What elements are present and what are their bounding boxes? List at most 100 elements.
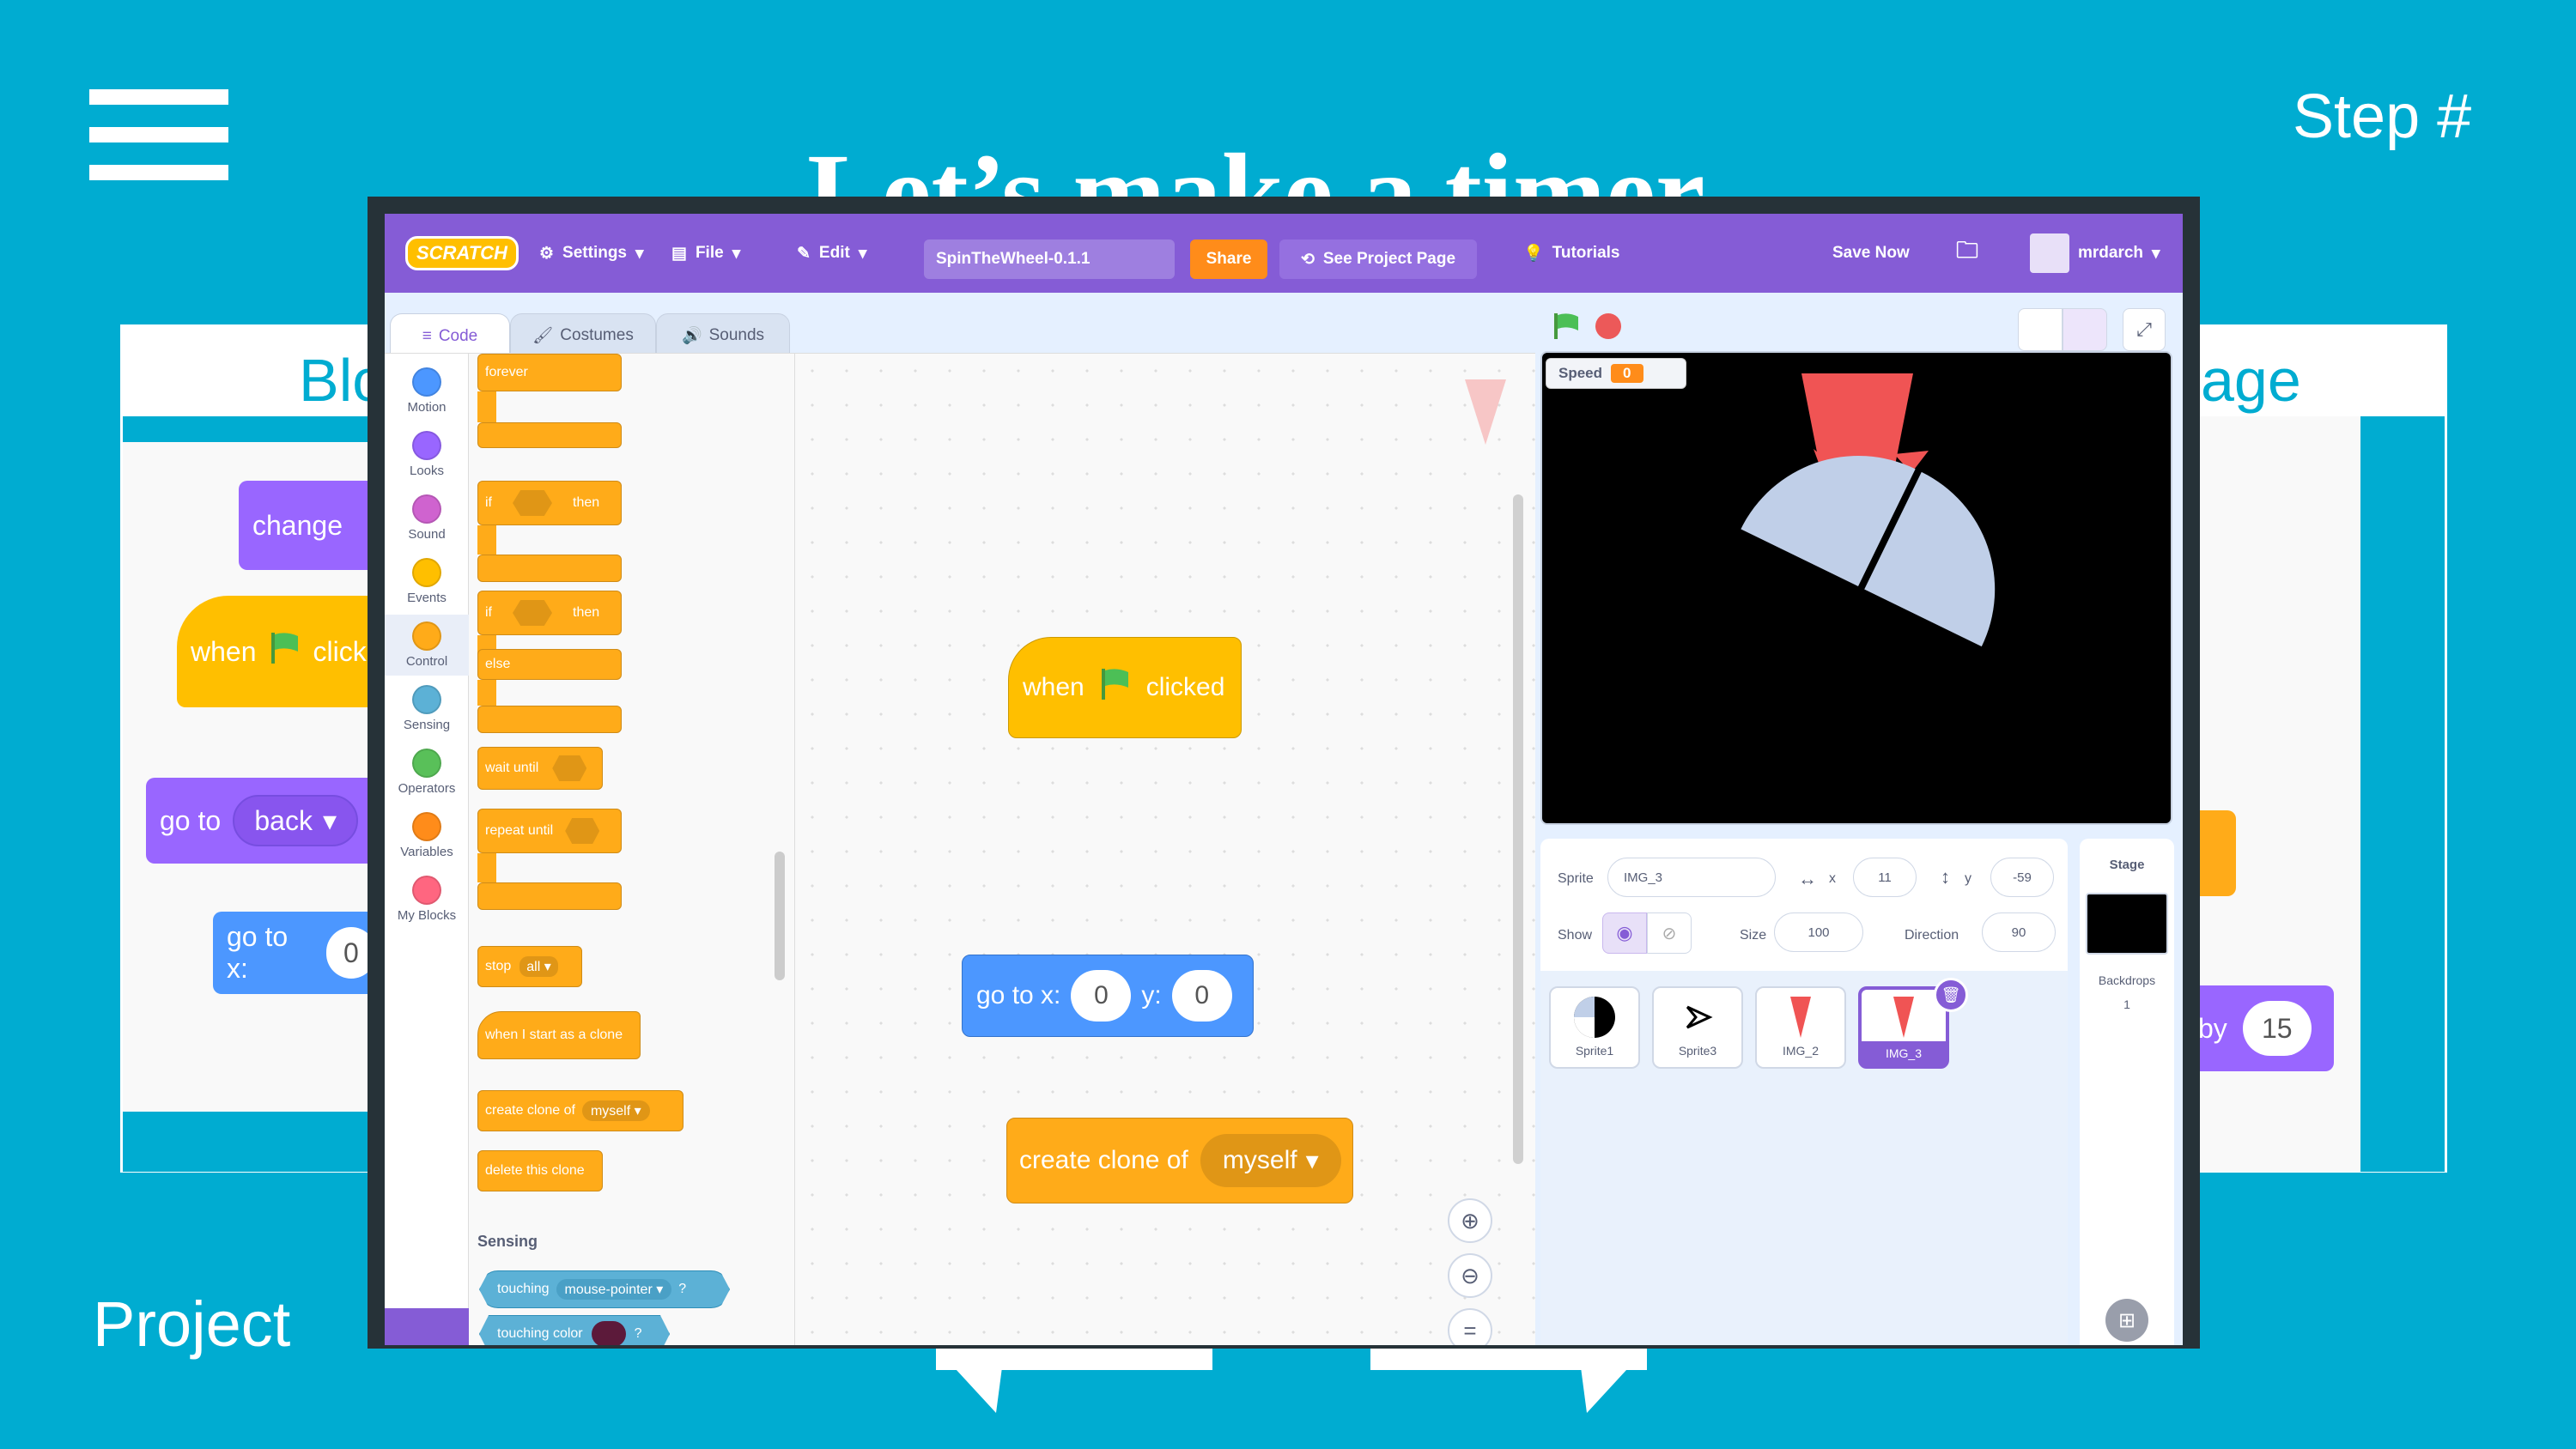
- category-operators[interactable]: Operators: [385, 749, 469, 796]
- direction-input[interactable]: 90: [1982, 912, 2056, 952]
- y-input[interactable]: 0: [1171, 970, 1232, 1022]
- category-variables[interactable]: Variables: [385, 812, 469, 859]
- palette-when-clone[interactable]: when I start as a clone: [477, 1011, 641, 1059]
- speaker-icon: 🔊: [681, 327, 702, 345]
- when-flag-block: when click: [177, 596, 376, 707]
- sprite-thumb-img3[interactable]: IMG_3 🗑: [1858, 978, 1968, 1069]
- file-menu[interactable]: ▤ File ▾: [671, 214, 740, 293]
- category-sound[interactable]: Sound: [385, 494, 469, 542]
- palette-touching-color[interactable]: touching color?: [479, 1315, 670, 1345]
- code-icon: ≡: [422, 326, 432, 345]
- create-clone-block[interactable]: create clone of myself ▾: [1006, 1118, 1353, 1203]
- sprite-thumb-sprite1[interactable]: Sprite1: [1549, 986, 1640, 1069]
- large-stage-button[interactable]: [2063, 308, 2107, 351]
- chevron-down-icon: ▾: [635, 244, 644, 263]
- change-by-block: by 15: [2198, 985, 2334, 1071]
- trash-icon[interactable]: 🗑: [1934, 978, 1968, 1012]
- scratch-logo[interactable]: SCRATCH: [405, 236, 519, 270]
- stop-icon[interactable]: [1595, 313, 1621, 339]
- sprite-ghost-icon: [1465, 379, 1506, 445]
- sprite-name-input[interactable]: IMG_3: [1607, 858, 1776, 897]
- tab-code[interactable]: ≡ Code: [390, 313, 510, 358]
- palette-scrollbar[interactable]: [775, 852, 785, 980]
- sprite-thumb-sprite3[interactable]: Sprite3: [1652, 986, 1743, 1069]
- category-menu: Motion Looks Sound Events Control Sensin…: [385, 354, 469, 1345]
- settings-menu[interactable]: ⚙ Settings ▾: [539, 214, 644, 293]
- category-looks[interactable]: Looks: [385, 431, 469, 478]
- when-flag-clicked-block[interactable]: when clicked: [1008, 637, 1242, 738]
- category-sensing[interactable]: Sensing: [385, 685, 469, 732]
- stage-selector[interactable]: Stage Backdrops 1 ⊞: [2080, 839, 2174, 1345]
- palette-wait-until[interactable]: wait until: [477, 747, 603, 790]
- tab-costumes[interactable]: 🖌 Costumes: [510, 313, 656, 358]
- x-arrows-icon: ↔: [1798, 868, 1817, 889]
- orange-block-fragment: [2198, 810, 2236, 896]
- zoom-reset-button[interactable]: =: [1448, 1308, 1492, 1345]
- chevron-down-icon: ▾: [322, 805, 337, 836]
- tab-sounds[interactable]: 🔊 Sounds: [656, 313, 790, 358]
- edit-menu[interactable]: ✎ Edit ▾: [797, 214, 866, 293]
- palette-delete-clone[interactable]: delete this clone: [477, 1150, 603, 1191]
- category-motion[interactable]: Motion: [385, 367, 469, 415]
- category-my-blocks[interactable]: My Blocks: [385, 876, 469, 923]
- sprite-list: Sprite1 Sprite3 IMG_2 IMG_3 🗑: [1540, 971, 2068, 1345]
- go-to-back-block: go to back ▾: [146, 778, 376, 864]
- y-position-input[interactable]: -59: [1990, 858, 2054, 897]
- category-control[interactable]: Control: [385, 615, 469, 676]
- red-pointer-costume: [1893, 997, 1914, 1038]
- add-backdrop-icon[interactable]: ⊞: [2105, 1299, 2148, 1342]
- chevron-down-icon: ▾: [2152, 244, 2160, 263]
- project-label: Project: [93, 1288, 291, 1360]
- sprite-thumb-img2[interactable]: IMG_2: [1755, 986, 1846, 1069]
- go-to-xy-block[interactable]: go to x: 0 y: 0: [962, 955, 1254, 1037]
- show-visible-button[interactable]: ◉: [1602, 912, 1647, 954]
- palette-forever[interactable]: forever: [477, 354, 622, 391]
- share-button[interactable]: Share: [1190, 239, 1267, 279]
- show-hidden-button[interactable]: ⊘: [1647, 912, 1692, 954]
- project-title-input[interactable]: SpinTheWheel-0.1.1: [924, 239, 1175, 279]
- sensing-heading: Sensing: [477, 1233, 538, 1250]
- palette-touching[interactable]: touching mouse-pointer ▾?: [479, 1270, 730, 1308]
- clone-target-dropdown[interactable]: myself ▾: [1200, 1134, 1341, 1187]
- palette-if-else[interactable]: if then: [477, 591, 622, 635]
- editor-tabs: ≡ Code 🖌 Costumes 🔊 Sounds: [385, 293, 814, 358]
- palette-create-clone[interactable]: create clone of myself ▾: [477, 1090, 683, 1131]
- green-flag-icon[interactable]: [1552, 312, 1582, 341]
- stage-canvas[interactable]: Speed 0: [1540, 351, 2172, 825]
- arrow-costume: [1686, 1005, 1713, 1029]
- go-to-xy-block: go to x: 0: [213, 912, 376, 994]
- x-input[interactable]: 0: [1071, 970, 1132, 1022]
- palette-forever-end: [477, 422, 622, 448]
- size-input[interactable]: 100: [1774, 912, 1863, 952]
- back-dropdown: back ▾: [233, 795, 359, 846]
- red-pointer-costume: [1790, 997, 1811, 1038]
- step-label: Step #: [2293, 82, 2472, 151]
- zoom-in-button[interactable]: ⊕: [1448, 1198, 1492, 1243]
- color-swatch: [591, 1321, 626, 1345]
- brush-icon: 🖌: [532, 327, 554, 345]
- folder-icon[interactable]: 🗀: [1956, 214, 1978, 293]
- sprite-info-panel: Sprite IMG_3 ↔ x 11 ↕ y -59 Show ◉ ⊘ Siz…: [1540, 839, 2068, 971]
- palette-repeat-until[interactable]: repeat until: [477, 809, 622, 853]
- scratch-editor-frame: SCRATCH ⚙ Settings ▾ ▤ File ▾ ✎ Edit ▾ SpinThe…: [368, 197, 2200, 1349]
- backdrop-thumbnail[interactable]: [2086, 893, 2168, 955]
- menu-bar: SCRATCH ⚙ Settings ▾ ▤ File ▾ ✎ Edit ▾ SpinThe…: [385, 214, 2183, 293]
- see-project-page-button[interactable]: ⟲ See Project Page: [1279, 239, 1477, 279]
- fullscreen-icon[interactable]: ⤢: [2123, 308, 2166, 351]
- remix-icon: ⟲: [1300, 250, 1315, 269]
- category-events[interactable]: Events: [385, 558, 469, 605]
- save-now-button[interactable]: Save Now: [1832, 214, 1910, 293]
- spinning-wheel-sprite: [1741, 373, 1996, 647]
- green-flag-icon: [269, 631, 301, 672]
- small-stage-button[interactable]: [2018, 308, 2063, 351]
- x-position-input[interactable]: 11: [1853, 858, 1917, 897]
- palette-if-then[interactable]: if then: [477, 481, 622, 525]
- stage-header: ⤢: [1535, 293, 2183, 356]
- extensions-button[interactable]: [385, 1308, 469, 1345]
- account-menu[interactable]: mrdarch ▾: [2030, 214, 2160, 293]
- zoom-out-button[interactable]: ⊖: [1448, 1253, 1492, 1298]
- tutorials-menu[interactable]: 💡 Tutorials: [1523, 214, 1620, 293]
- palette-stop[interactable]: stop all ▾: [477, 946, 582, 987]
- menu-icon[interactable]: [89, 89, 228, 180]
- workspace-scrollbar[interactable]: [1513, 494, 1523, 1164]
